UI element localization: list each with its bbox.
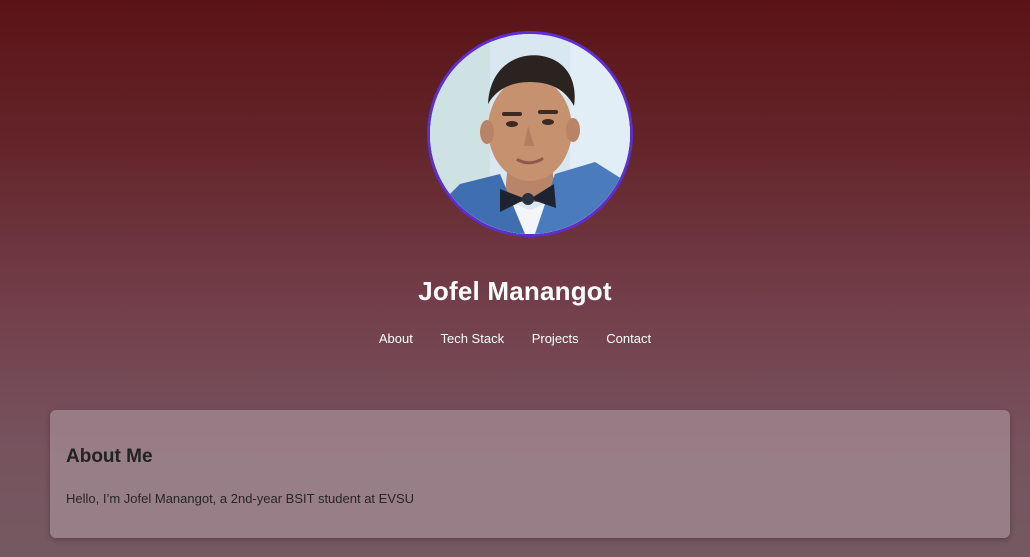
nav-link-contact[interactable]: Contact: [606, 330, 651, 348]
nav-link-tech-stack[interactable]: Tech Stack: [440, 330, 504, 348]
profile-avatar: [427, 31, 633, 237]
profile-photo-icon: [430, 34, 630, 234]
site-title: Jofel Manangot: [418, 276, 612, 306]
nav-link-about[interactable]: About: [379, 330, 413, 348]
about-heading: About Me: [66, 446, 153, 467]
nav-link-projects[interactable]: Projects: [532, 330, 579, 348]
about-section: About Me Hello, I’m Jofel Manangot, a 2n…: [50, 410, 1010, 538]
main-nav: About Tech Stack Projects Contact: [0, 330, 1030, 348]
site-header: Jofel Manangot About Tech Stack Projects…: [0, 0, 1030, 395]
about-text: Hello, I’m Jofel Manangot, a 2nd-year BS…: [66, 491, 415, 506]
